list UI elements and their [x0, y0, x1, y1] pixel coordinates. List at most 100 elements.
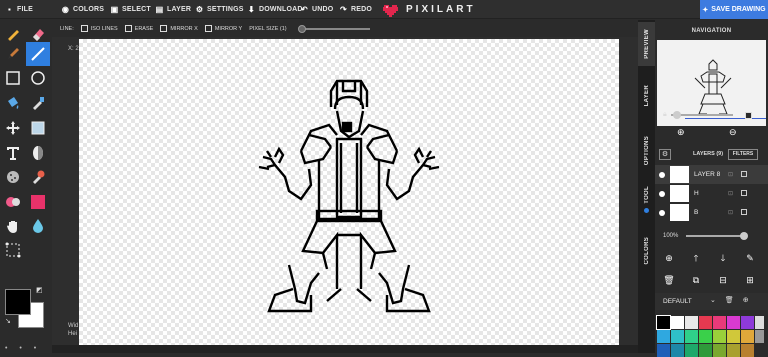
layer-select-checkbox[interactable]	[741, 171, 747, 177]
tab-options[interactable]: OPTIONS	[638, 126, 655, 176]
stamp-tool[interactable]	[26, 165, 50, 189]
menu-layer[interactable]: ▤ LAYER	[155, 2, 191, 16]
visibility-dot-icon[interactable]	[659, 191, 665, 197]
filters-button[interactable]: FILTERS	[728, 149, 758, 160]
pixilart-logo[interactable]: PIXILART	[383, 2, 476, 17]
delete-layer-icon[interactable]: 🗑︎	[663, 274, 675, 286]
gradient-tool[interactable]	[1, 190, 25, 214]
opacity-slider[interactable]	[686, 232, 749, 240]
circle-tool[interactable]	[26, 66, 50, 90]
save-drawing-button[interactable]: ✦ SAVE DRAWING	[700, 0, 768, 19]
drawing-canvas[interactable]	[79, 39, 619, 345]
line-tool[interactable]	[26, 42, 50, 66]
iso-lines-toggle[interactable]: ISO LINES	[80, 25, 118, 32]
menu-file[interactable]: ▪ FILE	[5, 2, 33, 16]
erase-toggle[interactable]: ERASE	[124, 25, 153, 32]
drop-tool[interactable]	[26, 214, 50, 238]
pan-tool[interactable]	[1, 214, 25, 238]
palette-swatch[interactable]	[699, 330, 712, 343]
add-color-icon[interactable]: ⊕	[743, 296, 749, 304]
trash-icon[interactable]: 🗑︎	[725, 296, 734, 304]
tab-colors[interactable]: COLORS	[638, 228, 655, 274]
shade-tool[interactable]	[26, 141, 50, 165]
palette-swatch[interactable]	[727, 316, 740, 329]
menu-download[interactable]: ⬇ DOWNLOAD	[247, 2, 303, 16]
palette-swatch[interactable]	[671, 316, 684, 329]
mirror-x-toggle[interactable]: MIRROR X	[160, 25, 198, 32]
palette-swatch[interactable]	[713, 330, 726, 343]
menu-undo[interactable]: ↶ UNDO	[300, 2, 333, 16]
flatten-layer-icon[interactable]: ⊞	[744, 274, 756, 286]
layer-lock-icon[interactable]: ⊡	[728, 171, 733, 178]
layer-row[interactable]: B ⊡	[655, 203, 768, 222]
swap-colors-icon[interactable]: ◩	[36, 286, 43, 294]
reset-colors-icon[interactable]: ↘	[5, 317, 11, 325]
palette-name[interactable]: DEFAULT	[663, 298, 692, 305]
move-layer-down-icon[interactable]: 🡓	[717, 252, 729, 264]
palette-swatch[interactable]	[685, 330, 698, 343]
zoom-lock-checkbox[interactable]	[744, 111, 752, 119]
palette-scroll-swatch[interactable]	[755, 330, 764, 343]
spray-tool[interactable]	[1, 165, 25, 189]
palette-swatch[interactable]	[671, 344, 684, 357]
rectangle-tool[interactable]	[1, 66, 25, 90]
tab-layer[interactable]: LAYER	[638, 76, 655, 116]
palette-swatch[interactable]	[656, 315, 671, 330]
erase-checkbox[interactable]	[124, 25, 132, 32]
palette-scroll-swatch[interactable]	[755, 316, 764, 329]
mirror-y-toggle[interactable]: MIRROR Y	[204, 25, 242, 32]
palette-swatch[interactable]	[657, 330, 670, 343]
slider-knob[interactable]	[297, 24, 306, 33]
layer-select-checkbox[interactable]	[741, 190, 747, 196]
visibility-dot-icon[interactable]	[659, 172, 665, 178]
palette-swatch[interactable]	[685, 344, 698, 357]
palette-swatch[interactable]	[685, 316, 698, 329]
mirror-y-checkbox[interactable]	[204, 25, 212, 32]
zoom-slider[interactable]	[670, 111, 733, 119]
palette-swatch[interactable]	[713, 316, 726, 329]
layer-row[interactable]: H ⊡	[655, 184, 768, 203]
move-layer-up-icon[interactable]: 🡑	[690, 252, 702, 264]
menu-colors[interactable]: ◉ COLORS	[61, 2, 104, 16]
mirror-x-checkbox[interactable]	[160, 25, 168, 32]
more-tools-dots[interactable]: • • •	[5, 345, 41, 352]
text-tool[interactable]	[1, 141, 25, 165]
palette-swatch[interactable]	[699, 344, 712, 357]
layer-row[interactable]: LAYER 8 ⊡	[655, 165, 768, 184]
add-layer-icon[interactable]: ⊕	[663, 252, 675, 264]
move-tool[interactable]	[1, 116, 25, 140]
merge-layer-icon[interactable]: ⊟	[717, 274, 729, 286]
palette-swatch[interactable]	[713, 344, 726, 357]
layer-lock-icon[interactable]: ⊡	[728, 190, 733, 197]
brush-tool[interactable]	[1, 42, 25, 66]
zoom-in-icon[interactable]: ⊕	[677, 127, 687, 137]
layer-lock-icon[interactable]: ⊡	[728, 209, 733, 216]
duplicate-layer-icon[interactable]: ⧉	[690, 274, 702, 286]
rename-layer-icon[interactable]: ✎	[744, 252, 756, 264]
primary-color-swatch[interactable]	[5, 289, 31, 315]
menu-redo[interactable]: ↷ REDO	[339, 2, 372, 16]
zoom-out-icon[interactable]: ⊖	[729, 127, 739, 137]
fill-tool[interactable]	[1, 91, 25, 115]
palette-swatch[interactable]	[741, 344, 754, 357]
visibility-dot-icon[interactable]	[659, 210, 665, 216]
pixel-size-slider[interactable]	[297, 24, 370, 33]
iso-lines-checkbox[interactable]	[80, 25, 88, 32]
tab-preview[interactable]: PREVIEW	[638, 22, 655, 66]
zoom-slider-knob[interactable]	[672, 111, 681, 119]
color-replace-tool[interactable]	[26, 190, 50, 214]
palette-swatch[interactable]	[727, 344, 740, 357]
menu-select[interactable]: ▣ SELECT	[110, 2, 151, 16]
palette-swatch[interactable]	[741, 316, 754, 329]
palette-swatch[interactable]	[671, 330, 684, 343]
palette-swatch[interactable]	[657, 344, 670, 357]
palette-swatch[interactable]	[741, 330, 754, 343]
tab-tool[interactable]: TOOL	[638, 180, 655, 210]
opacity-slider-knob[interactable]	[740, 232, 749, 240]
layer-select-checkbox[interactable]	[741, 209, 747, 215]
palette-swatch[interactable]	[727, 330, 740, 343]
menu-settings[interactable]: ⚙ SETTINGS	[195, 2, 244, 16]
palette-swatch[interactable]	[699, 316, 712, 329]
lock-icon[interactable]: 🔒︎	[663, 111, 667, 119]
select-tool[interactable]	[1, 238, 25, 262]
